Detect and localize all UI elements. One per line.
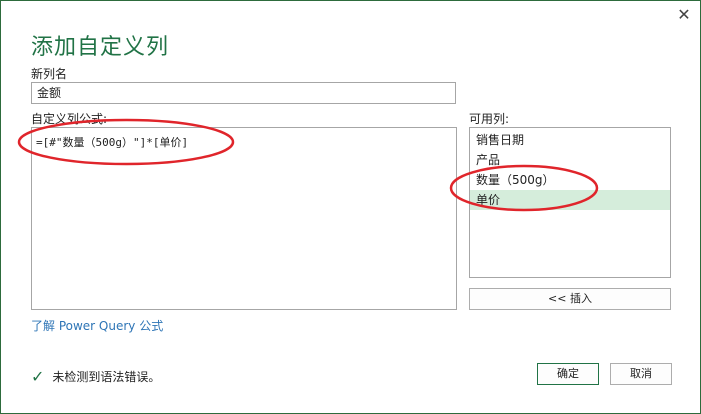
insert-button[interactable]: << 插入 <box>469 288 671 310</box>
cancel-button[interactable]: 取消 <box>610 363 672 385</box>
ok-button[interactable]: 确定 <box>537 363 599 385</box>
custom-formula-label: 自定义列公式: <box>31 112 108 126</box>
custom-formula-editor[interactable]: =[#"数量（500g）"]*[单价] <box>31 127 457 310</box>
formula-text: =[#"数量（500g）"]*[单价] <box>36 136 189 149</box>
learn-power-query-link[interactable]: 了解 Power Query 公式 <box>31 317 163 334</box>
dialog-title: 添加自定义列 <box>31 35 170 60</box>
add-custom-column-dialog: ✕ 添加自定义列 新列名 金额 自定义列公式: =[#"数量（500g）"]*[… <box>0 0 701 414</box>
close-icon[interactable]: ✕ <box>674 5 694 25</box>
syntax-status: ✓ 未检测到语法错误。 <box>31 367 160 386</box>
list-item-selected[interactable]: 单价 <box>470 190 670 210</box>
new-column-name-input[interactable]: 金额 <box>31 82 456 104</box>
list-item[interactable]: 产品 <box>470 150 670 170</box>
list-item[interactable]: 销售日期 <box>470 130 670 150</box>
available-columns-list[interactable]: 销售日期 产品 数量（500g） 单价 <box>469 127 671 278</box>
new-column-name-label: 新列名 <box>31 67 68 81</box>
available-columns-label: 可用列: <box>469 112 510 126</box>
check-icon: ✓ <box>31 367 45 386</box>
list-item[interactable]: 数量（500g） <box>470 170 670 190</box>
status-text: 未检测到语法错误。 <box>52 370 161 384</box>
